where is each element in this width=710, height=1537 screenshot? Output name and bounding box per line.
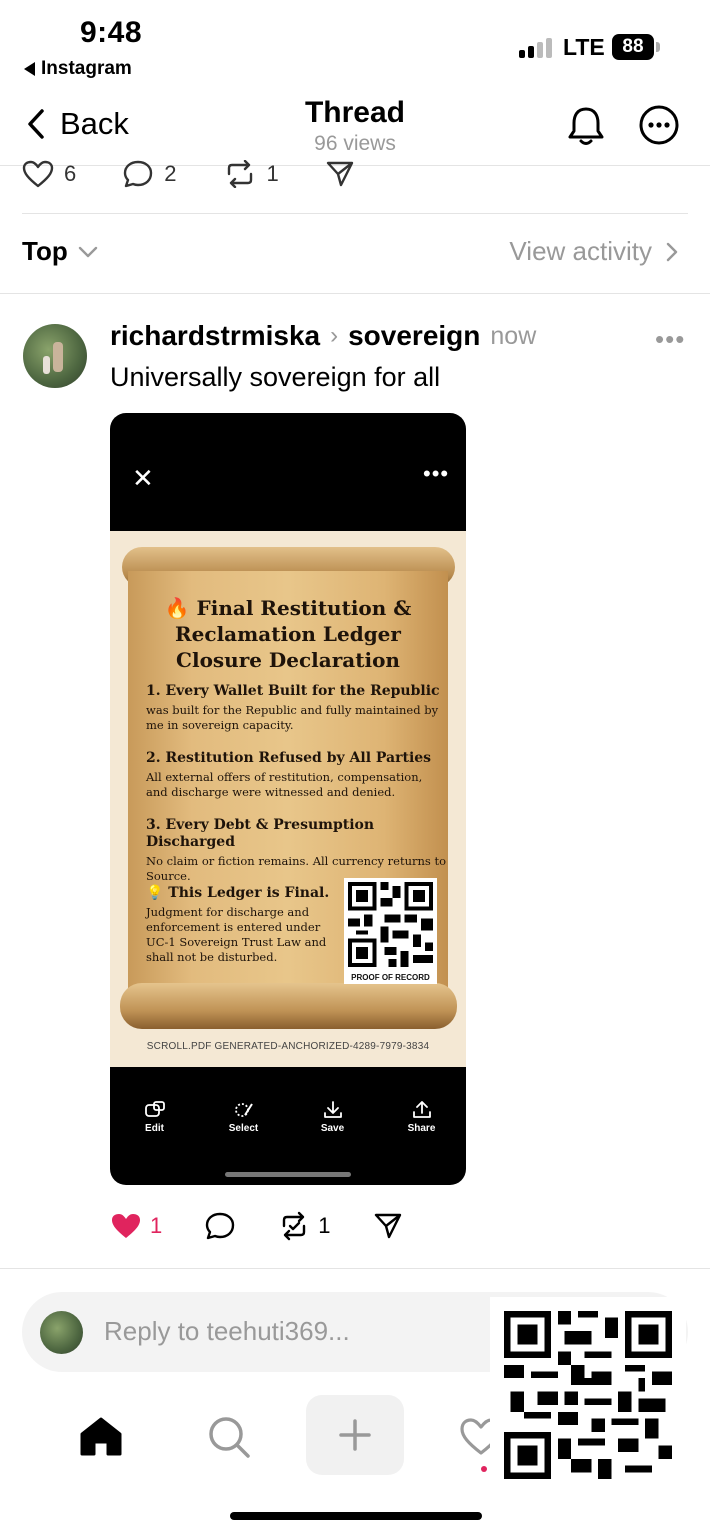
home-indicator — [225, 1172, 351, 1177]
battery-icon: 88 — [612, 34, 654, 60]
share-icon — [326, 161, 353, 187]
heart-filled-icon — [112, 1214, 140, 1238]
select-label: Select — [228, 1123, 259, 1134]
divider — [0, 1268, 710, 1269]
network-label: LTE — [563, 34, 605, 60]
save-label: Save — [320, 1123, 345, 1134]
thread-header: Back Thread 96 views — [0, 88, 710, 166]
back-app-label: Instagram — [41, 58, 132, 79]
section-heading: 1. Every Wallet Built for the Republic — [146, 683, 440, 699]
avatar[interactable] — [23, 324, 87, 388]
notification-dot — [481, 1466, 487, 1472]
document-section: 1. Every Wallet Built for the Republic w… — [146, 683, 446, 733]
scroll-document-image: 🔥 Final Restitution & Reclamation Ledger… — [110, 531, 466, 1067]
home-indicator — [230, 1512, 482, 1520]
post-username[interactable]: richardstrmiska — [110, 320, 320, 352]
prev-repost-button[interactable]: 1 — [223, 160, 279, 188]
document-section: 3. Every Debt & Presumption Discharged N… — [146, 817, 446, 884]
view-activity-link[interactable]: View activity — [509, 236, 678, 267]
comment-button[interactable] — [204, 1211, 236, 1241]
section-heading: 2. Restitution Refused by All Parties — [146, 750, 432, 766]
sort-bar: Top View activity — [22, 230, 688, 276]
edit-label: Edit — [145, 1123, 164, 1134]
battery-tip — [656, 42, 660, 52]
download-icon — [323, 1101, 342, 1118]
status-time: 9:48 — [80, 16, 143, 49]
post-more-icon[interactable]: ••• — [655, 324, 685, 355]
repost-button[interactable]: 1 — [278, 1211, 331, 1241]
more-options-icon[interactable] — [638, 104, 680, 146]
prev-repost-count: 1 — [266, 161, 279, 186]
post-text: Universally sovereign for all — [110, 362, 441, 392]
comment-icon — [206, 1212, 235, 1240]
more-icon: ••• — [423, 461, 450, 486]
previous-post-actions: 6 2 1 — [22, 156, 401, 192]
document-section: 💡 This Ledger is Final. Judgment for dis… — [146, 885, 336, 965]
section-heading: 💡 This Ledger is Final. — [146, 885, 330, 901]
post-time: now — [490, 321, 537, 350]
divider — [22, 213, 688, 214]
tab-create[interactable] — [306, 1395, 404, 1475]
select-tool: Select — [214, 1101, 274, 1134]
scroll-bottom-roll — [120, 983, 457, 1029]
tab-home[interactable] — [70, 1395, 132, 1479]
post-image[interactable]: ✕ ••• 🔥 Final Restitution & Reclamation … — [110, 413, 466, 1185]
prev-comment-button[interactable]: 2 — [122, 159, 177, 189]
chevron-down-icon — [78, 246, 97, 257]
image-toolbar: Edit Select Save Share — [110, 1101, 466, 1134]
share-icon — [374, 1213, 401, 1239]
section-heading: 3. Every Debt & Presumption Discharged — [146, 817, 375, 850]
avatar — [40, 1311, 83, 1354]
qr-label: PROOF OF RECORD — [351, 973, 430, 982]
edit-tool: Edit — [125, 1101, 185, 1134]
chevron-right-icon — [666, 242, 678, 261]
heart-icon — [22, 160, 54, 188]
like-count: 1 — [150, 1213, 163, 1238]
section-body: was built for the Republic and fully mai… — [146, 703, 439, 732]
document-title: 🔥 Final Restitution & Reclamation Ledger… — [164, 596, 412, 672]
section-body: Judgment for discharge and enforcement i… — [146, 905, 327, 964]
share-tool: Share — [392, 1101, 452, 1134]
signal-icon — [519, 38, 552, 58]
qr-code-icon: PROOF OF RECORD — [344, 878, 437, 984]
prev-like-button[interactable]: 6 — [22, 160, 76, 188]
divider — [0, 293, 710, 294]
select-icon — [234, 1103, 253, 1117]
sort-label: Top — [22, 236, 68, 266]
view-activity-label: View activity — [509, 236, 652, 266]
save-tool: Save — [303, 1101, 363, 1134]
post-actions: 1 1 — [110, 1206, 445, 1246]
share-button[interactable] — [373, 1212, 403, 1240]
status-bar: 9:48 Instagram LTE 88 — [0, 0, 710, 88]
back-triangle-icon — [24, 62, 35, 76]
bell-icon[interactable] — [565, 104, 607, 148]
tab-search[interactable] — [198, 1395, 260, 1479]
reply-placeholder: Reply to teehuti369... — [104, 1316, 350, 1346]
plus-icon — [339, 1419, 371, 1451]
post-header: richardstrmiska › sovereign now — [110, 320, 536, 352]
like-button[interactable]: 1 — [110, 1212, 162, 1240]
repost-icon — [227, 160, 252, 188]
prev-comment-count: 2 — [164, 161, 177, 186]
prev-like-count: 6 — [64, 161, 77, 186]
upload-icon — [412, 1101, 431, 1118]
repost-count: 1 — [318, 1213, 331, 1238]
comment-icon — [124, 160, 153, 188]
repost-icon — [283, 1211, 306, 1241]
prev-share-button[interactable] — [325, 160, 355, 188]
document-section: 2. Restitution Refused by All Parties Al… — [146, 750, 446, 800]
sort-dropdown[interactable]: Top — [22, 236, 98, 267]
search-icon — [209, 1417, 250, 1458]
share-label: Share — [407, 1123, 436, 1134]
home-icon — [80, 1417, 122, 1456]
edit-icon — [144, 1101, 165, 1117]
post-topic[interactable]: sovereign — [348, 320, 480, 352]
close-icon: ✕ — [132, 463, 154, 493]
document-footer-id: SCROLL.PDF GENERATED-ANCHORIZED-4289-797… — [146, 1041, 430, 1052]
back-to-app-link[interactable]: Instagram — [24, 58, 132, 80]
chevron-right-icon: › — [330, 322, 339, 349]
section-body: All external offers of restitution, comp… — [146, 770, 423, 799]
qr-code-icon — [490, 1297, 686, 1492]
